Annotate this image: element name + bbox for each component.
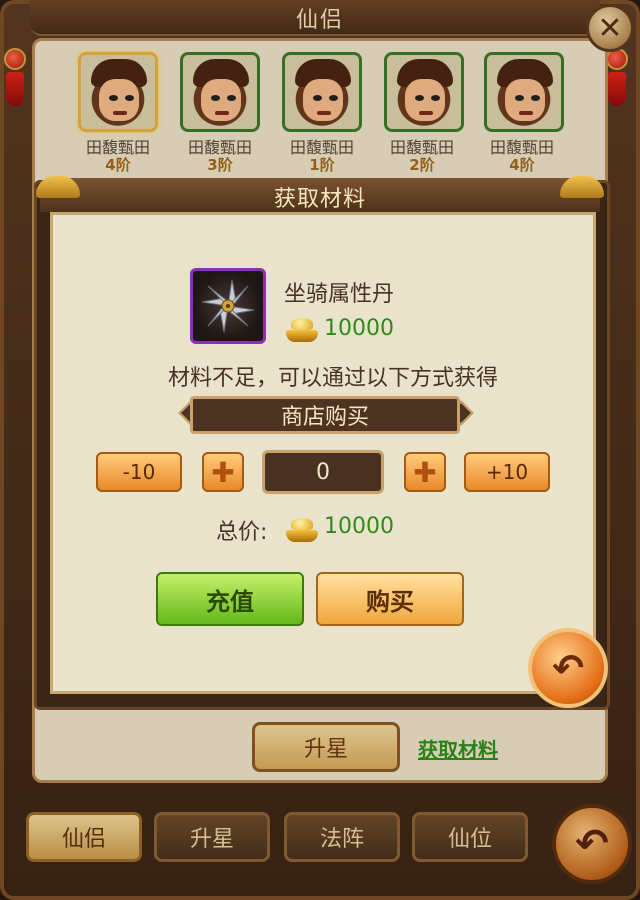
- insufficient-material-hint: 材料不足，可以通过以下方式获得: [167, 366, 498, 391]
- quantity-input[interactable]: [262, 450, 384, 494]
- dialog-back-button[interactable]: ↶: [528, 628, 608, 708]
- total-price-label: 总价:: [216, 520, 268, 545]
- shuriken-icon: [190, 268, 266, 344]
- minus-ten-button[interactable]: -10: [96, 452, 182, 492]
- buy-button[interactable]: 购买: [316, 572, 464, 626]
- decrement-button[interactable]: ✚: [202, 452, 244, 492]
- recharge-button[interactable]: 充值: [156, 572, 304, 626]
- total-price-amount: 10000: [324, 514, 394, 539]
- gold-ingot-icon: [286, 518, 318, 542]
- item-name: 坐骑属性丹: [284, 282, 395, 307]
- plus-icon: ✚: [413, 455, 437, 489]
- item-price: 10000: [324, 316, 394, 341]
- dialog-title: 获取材料: [273, 187, 366, 212]
- plus-icon: ✚: [211, 455, 235, 489]
- increment-button[interactable]: ✚: [404, 452, 446, 492]
- plus-ten-button[interactable]: +10: [464, 452, 550, 492]
- back-arrow-icon: ↶: [552, 646, 584, 690]
- gold-ingot-icon: [286, 318, 318, 342]
- shop-purchase-banner: 商店购买: [190, 396, 460, 434]
